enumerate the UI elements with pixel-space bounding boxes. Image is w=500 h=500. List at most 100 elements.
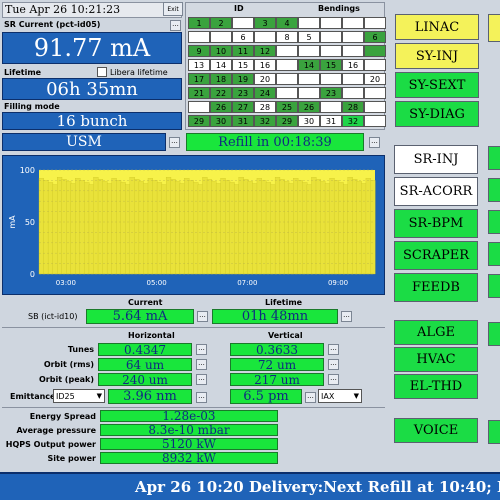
nav-button-el-thd[interactable]: EL-THD — [394, 374, 478, 399]
grid-cell[interactable]: 21 — [188, 87, 210, 99]
grid-cell[interactable]: 28 — [254, 101, 276, 113]
param-h-more-button[interactable]: ... — [196, 359, 207, 370]
sr-current-more-button[interactable]: ... — [170, 20, 181, 31]
grid-cell[interactable] — [364, 45, 386, 57]
grid-cell[interactable]: 6 — [364, 31, 386, 43]
grid-cell[interactable] — [298, 73, 320, 85]
grid-cell[interactable]: 14 — [210, 59, 232, 71]
grid-cell[interactable]: 20 — [364, 73, 386, 85]
grid-cell[interactable]: 28 — [342, 101, 364, 113]
partial-right-button[interactable] — [488, 274, 500, 298]
grid-cell[interactable]: 19 — [232, 73, 254, 85]
grid-cell[interactable]: 15 — [232, 59, 254, 71]
grid-cell[interactable]: 18 — [210, 73, 232, 85]
grid-cell[interactable] — [276, 59, 298, 71]
nav-button-hvac[interactable]: HVAC — [394, 347, 478, 372]
partial-right-button[interactable] — [488, 210, 500, 234]
sb-current-more-button[interactable]: ... — [197, 311, 208, 322]
grid-cell[interactable] — [364, 17, 386, 29]
grid-cell[interactable]: 29 — [188, 115, 210, 127]
grid-cell[interactable]: 23 — [320, 87, 342, 99]
grid-cell[interactable]: 1 — [188, 17, 210, 29]
grid-cell[interactable] — [320, 31, 342, 43]
partial-right-button[interactable] — [488, 322, 500, 346]
nav-button-sy-diag[interactable]: SY-DIAG — [395, 101, 479, 127]
grid-cell[interactable]: 4 — [276, 17, 298, 29]
exit-button[interactable]: Exit — [163, 2, 183, 16]
emittance-v-more-button[interactable]: ... — [305, 392, 316, 403]
grid-cell[interactable]: 27 — [232, 101, 254, 113]
grid-cell[interactable]: 31 — [232, 115, 254, 127]
libera-lifetime-checkbox[interactable] — [97, 67, 107, 77]
param-v-more-button[interactable]: ... — [328, 344, 339, 355]
grid-cell[interactable]: 31 — [320, 115, 342, 127]
grid-cell[interactable] — [276, 87, 298, 99]
grid-cell[interactable]: 6 — [232, 31, 254, 43]
grid-cell[interactable]: 30 — [298, 115, 320, 127]
grid-cell[interactable]: 12 — [254, 45, 276, 57]
partial-right-button[interactable] — [488, 14, 500, 42]
grid-cell[interactable]: 23 — [232, 87, 254, 99]
grid-cell[interactable]: 11 — [232, 45, 254, 57]
grid-cell[interactable]: 32 — [342, 115, 364, 127]
grid-cell[interactable]: 14 — [298, 59, 320, 71]
grid-cell[interactable] — [298, 87, 320, 99]
grid-cell[interactable]: 20 — [254, 73, 276, 85]
grid-cell[interactable]: 25 — [276, 101, 298, 113]
nav-button-sy-sext[interactable]: SY-SEXT — [395, 72, 479, 98]
grid-cell[interactable]: 30 — [210, 115, 232, 127]
grid-cell[interactable]: 26 — [298, 101, 320, 113]
grid-cell[interactable] — [364, 101, 386, 113]
grid-cell[interactable] — [188, 31, 210, 43]
grid-cell[interactable] — [364, 87, 386, 99]
grid-cell[interactable] — [342, 73, 364, 85]
grid-cell[interactable]: 10 — [210, 45, 232, 57]
grid-cell[interactable] — [298, 17, 320, 29]
emittance-v-select[interactable]: IAX ▼ — [318, 389, 362, 403]
grid-cell[interactable]: 8 — [276, 31, 298, 43]
grid-cell[interactable] — [276, 73, 298, 85]
nav-button-sy-inj[interactable]: SY-INJ — [395, 43, 479, 69]
refill-more-button[interactable]: ... — [369, 137, 380, 148]
grid-cell[interactable] — [320, 73, 342, 85]
partial-right-button[interactable] — [488, 420, 500, 444]
grid-cell[interactable] — [342, 87, 364, 99]
nav-button-scraper[interactable]: SCRAPER — [394, 241, 478, 270]
grid-cell[interactable]: 5 — [298, 31, 320, 43]
grid-cell[interactable] — [276, 45, 298, 57]
grid-cell[interactable]: 13 — [188, 59, 210, 71]
partial-right-button[interactable] — [488, 178, 500, 202]
grid-cell[interactable]: 3 — [254, 17, 276, 29]
grid-cell[interactable]: 22 — [210, 87, 232, 99]
emittance-h-more-button[interactable]: ... — [196, 392, 207, 403]
grid-cell[interactable] — [320, 101, 342, 113]
param-v-more-button[interactable]: ... — [328, 374, 339, 385]
grid-cell[interactable]: 24 — [254, 87, 276, 99]
grid-cell[interactable]: 32 — [254, 115, 276, 127]
grid-cell[interactable]: 9 — [188, 45, 210, 57]
partial-right-button[interactable] — [488, 242, 500, 266]
param-v-more-button[interactable]: ... — [328, 359, 339, 370]
grid-cell[interactable]: 16 — [342, 59, 364, 71]
grid-cell[interactable]: 29 — [276, 115, 298, 127]
emittance-h-select[interactable]: ID25 ▼ — [53, 389, 105, 403]
grid-cell[interactable] — [298, 45, 320, 57]
grid-cell[interactable] — [232, 17, 254, 29]
nav-button-feedb[interactable]: FEEDB — [394, 273, 478, 302]
nav-button-sr-acorr[interactable]: SR-ACORR — [394, 177, 478, 206]
partial-right-button[interactable] — [488, 146, 500, 170]
grid-cell[interactable]: 16 — [254, 59, 276, 71]
param-h-more-button[interactable]: ... — [196, 344, 207, 355]
grid-cell[interactable] — [342, 17, 364, 29]
nav-button-alge[interactable]: ALGE — [394, 320, 478, 345]
grid-cell[interactable] — [210, 31, 232, 43]
grid-cell[interactable]: 26 — [210, 101, 232, 113]
grid-cell[interactable] — [364, 115, 386, 127]
grid-cell[interactable] — [188, 101, 210, 113]
grid-cell[interactable] — [320, 17, 342, 29]
sb-lifetime-more-button[interactable]: ... — [341, 311, 352, 322]
nav-button-voice[interactable]: VOICE — [394, 418, 478, 443]
nav-button-linac[interactable]: LINAC — [395, 14, 479, 40]
grid-cell[interactable]: 15 — [320, 59, 342, 71]
grid-cell[interactable]: 2 — [210, 17, 232, 29]
